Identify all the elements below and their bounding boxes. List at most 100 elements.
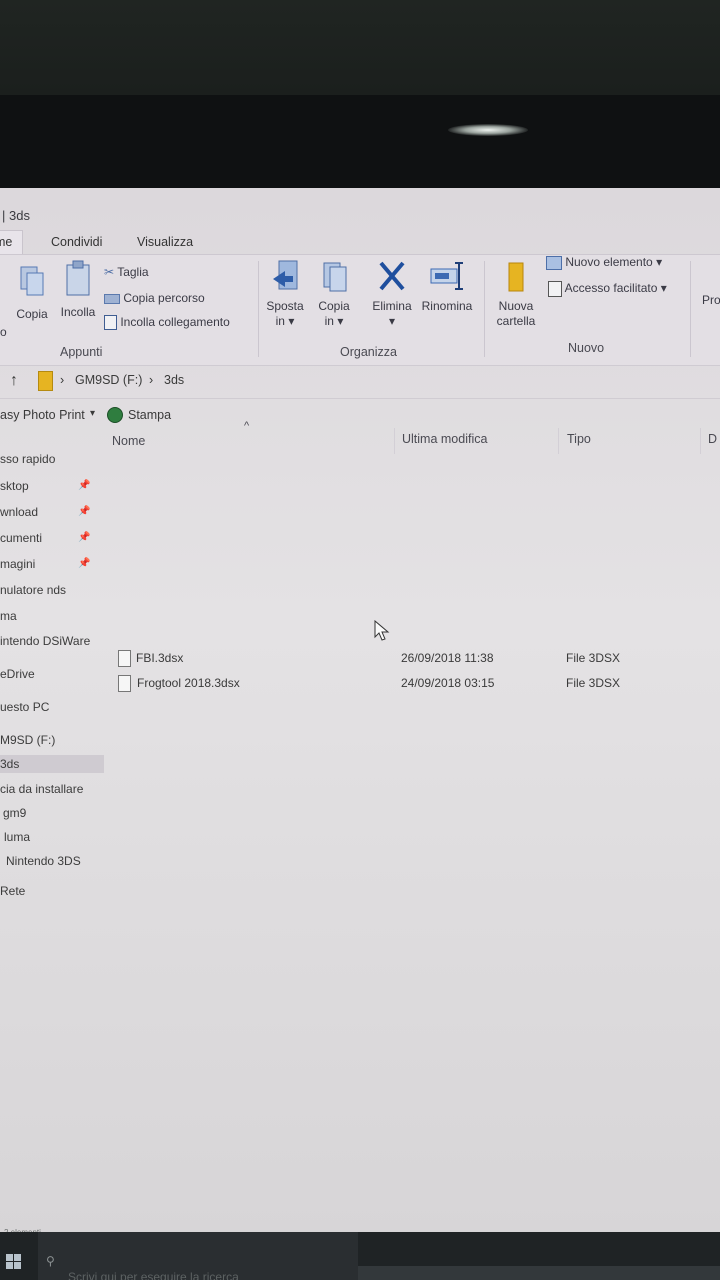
column-divider[interactable] (700, 428, 701, 454)
tab-home[interactable]: me (0, 230, 24, 255)
new-folder-button[interactable]: Nuova cartella (490, 259, 542, 329)
title-bar: | 3ds (0, 188, 720, 228)
clipboard-icon (66, 260, 90, 296)
delete-label: Elimina (372, 299, 412, 313)
file-modified: 24/09/2018 03:15 (401, 676, 495, 690)
file-name: Frogtool 2018.3dsx (137, 676, 240, 690)
clipboard-group-label: Appunti (60, 345, 103, 359)
search-icon: ⚲ (46, 1254, 55, 1268)
file-name: FBI.3dsx (136, 651, 184, 665)
column-header-type[interactable]: Tipo (567, 432, 591, 446)
organize-group-label: Organizza (340, 345, 397, 359)
copy-label: Copia (16, 307, 48, 321)
file-type: File 3DSX (566, 676, 621, 690)
breadcrumb-drive[interactable]: GM9SD (F:) (75, 373, 142, 387)
file-type: File 3DSX (566, 651, 621, 665)
new-group-label: Nuovo (568, 341, 605, 355)
copy-path-label: Copia percorso (123, 291, 205, 305)
paste-button[interactable]: Incolla (56, 259, 100, 320)
new-folder-label-1: Nuova (498, 299, 534, 313)
copy-path-button[interactable]: Copia percorso (104, 291, 205, 305)
copy-to-button[interactable]: Copia in ▾ (312, 259, 356, 329)
nav-luma[interactable]: luma (4, 830, 30, 844)
properties-button-cutoff[interactable]: Pro (702, 293, 720, 307)
folder-icon (38, 371, 53, 391)
nav-gm9sd-drive[interactable]: M9SD (F:) (0, 733, 55, 747)
scissors-icon: ✂ (104, 265, 115, 279)
taskbar-search-placeholder[interactable]: Scrivi qui per eseguire la ricerca (68, 1270, 239, 1280)
nav-network[interactable]: Rete (0, 884, 25, 898)
file-icon (118, 650, 131, 667)
print-button[interactable]: Stampa (128, 408, 171, 422)
nav-gm9[interactable]: gm9 (3, 806, 26, 820)
new-item-label: Nuovo elemento ▾ (565, 255, 663, 269)
file-explorer-window: | 3ds me Condividi Visualizza o Copia In… (0, 188, 720, 1280)
file-list: ^ Nome Ultima modifica Tipo D FBI.3dsx 2… (106, 420, 720, 1188)
paste-shortcut-label: Incolla collegamento (120, 315, 230, 329)
copy-path-icon (104, 293, 120, 304)
table-row[interactable]: Frogtool 2018.3dsx 24/09/2018 03:15 File… (106, 673, 720, 695)
rename-icon (430, 262, 463, 290)
nav-this-pc[interactable]: uesto PC (0, 700, 49, 714)
new-folder-label-2: cartella (496, 314, 536, 328)
copy-to-icon (323, 262, 347, 292)
delete-dropdown-arrow: ▾ (388, 314, 396, 328)
column-header-name[interactable]: Nome (112, 434, 145, 448)
column-header-modified[interactable]: Ultima modifica (402, 432, 487, 446)
address-bar[interactable]: ↑ › GM9SD (F:) › 3ds (0, 366, 720, 399)
easy-access-button[interactable]: Accesso facilitato ▾ (548, 281, 667, 297)
column-header-size[interactable]: D (708, 432, 717, 446)
cut-button[interactable]: ✂ Taglia (104, 265, 149, 279)
column-divider[interactable] (394, 428, 395, 454)
paste-shortcut-button[interactable]: Incolla collegamento (104, 315, 230, 331)
shortcut-icon (104, 315, 117, 331)
tab-view[interactable]: Visualizza (137, 235, 193, 249)
paste-label: Incolla (60, 305, 96, 319)
ribbon-divider (258, 261, 259, 357)
copy-button[interactable]: Copia (12, 263, 52, 322)
nav-documents[interactable]: cumenti (0, 531, 42, 545)
nav-nintendo-3ds[interactable]: Nintendo 3DS (6, 854, 81, 868)
nav-3ds-selected[interactable]: 3ds (0, 755, 104, 773)
delete-button[interactable]: Elimina ▾ (366, 259, 418, 329)
monitor-bezel (0, 95, 720, 193)
nav-nintendo-dsiware[interactable]: intendo DSiWare (0, 634, 90, 648)
folder-icon (508, 262, 524, 292)
table-row[interactable]: FBI.3dsx 26/09/2018 11:38 File 3DSX (106, 648, 720, 670)
copy-to-label-2: in ▾ (324, 314, 344, 328)
rename-button[interactable]: Rinomina (418, 259, 476, 314)
nav-cia-da-installare[interactable]: cia da installare (0, 782, 83, 796)
up-arrow-icon[interactable]: ↑ (10, 372, 18, 390)
new-item-button[interactable]: Nuovo elemento ▾ (546, 255, 662, 270)
breadcrumb-3ds[interactable]: 3ds (164, 373, 184, 387)
move-to-button[interactable]: Sposta in ▾ (262, 259, 308, 329)
nav-desktop[interactable]: sktop (0, 479, 29, 493)
copy-icon (20, 266, 44, 296)
rename-label: Rinomina (421, 299, 473, 313)
easy-access-icon (548, 281, 562, 297)
command-bar: asy Photo Print ▾ Stampa (0, 400, 720, 428)
nav-quick-access[interactable]: sso rapido (0, 452, 55, 466)
nav-onedrive[interactable]: eDrive (0, 667, 35, 681)
column-divider[interactable] (558, 428, 559, 454)
nav-ma[interactable]: ma (0, 609, 17, 623)
navigation-pane: sso rapido sktop 📌 wnload 📌 cumenti 📌 ma… (0, 428, 106, 1188)
move-to-label-2: in ▾ (275, 314, 295, 328)
ribbon-divider (484, 261, 485, 357)
new-item-icon (546, 255, 562, 270)
ribbon-divider (690, 261, 691, 357)
print-icon (107, 407, 123, 423)
ribbon: o Copia Incolla ✂ Taglia Copia percorso (0, 254, 720, 366)
nav-downloads[interactable]: wnload (0, 505, 38, 519)
photo-print-button[interactable]: asy Photo Print (0, 408, 85, 422)
pin-icon: 📌 (78, 558, 91, 569)
windows-start-icon[interactable] (6, 1254, 22, 1270)
sort-arrow-icon: ^ (244, 420, 250, 432)
nav-emulatore-nds[interactable]: nulatore nds (0, 583, 66, 597)
breadcrumb-separator: › (60, 373, 65, 387)
mouse-pointer-icon (374, 620, 390, 641)
chevron-down-icon[interactable]: ▾ (90, 408, 95, 419)
nav-pictures[interactable]: magini (0, 557, 35, 571)
tab-share[interactable]: Condividi (51, 235, 102, 249)
move-to-icon (273, 260, 298, 290)
